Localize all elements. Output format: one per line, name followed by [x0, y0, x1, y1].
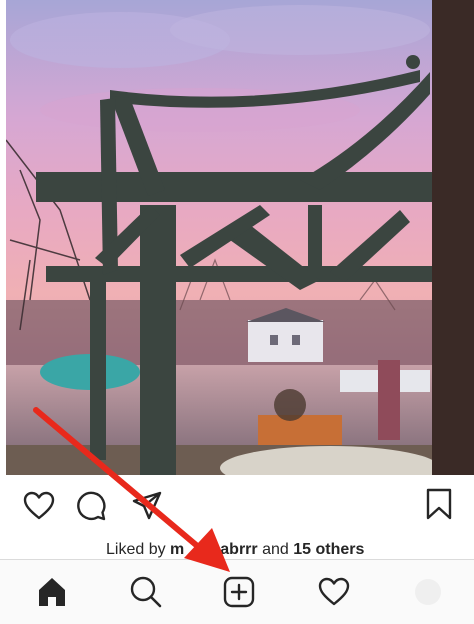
instagram-post-screen: Liked by m abrrr and 15 others — [0, 0, 474, 624]
nav-home-button[interactable] — [32, 572, 72, 612]
nav-activity-button[interactable] — [314, 572, 354, 612]
search-icon — [130, 576, 162, 608]
nav-new-post-button[interactable] — [219, 572, 259, 612]
home-icon — [39, 578, 65, 606]
nav-profile-button[interactable] — [408, 572, 448, 612]
bookmark-icon — [426, 488, 452, 520]
avatar — [415, 579, 441, 605]
liked-by-and: and — [257, 541, 294, 558]
plus-square-icon — [223, 576, 255, 608]
liked-by-text[interactable]: Liked by m abrrr and 15 others — [106, 541, 364, 559]
nav-search-button[interactable] — [126, 572, 166, 612]
comment-bubble-icon — [77, 491, 106, 521]
post-photo[interactable] — [0, 0, 474, 475]
liked-by-user[interactable]: m abrrr — [170, 541, 258, 558]
comment-button[interactable] — [74, 489, 108, 523]
bottom-navigation — [0, 559, 474, 624]
post-image — [0, 0, 474, 475]
save-button[interactable] — [422, 487, 456, 521]
like-button[interactable] — [22, 489, 56, 523]
post-action-bar — [0, 475, 474, 537]
liked-by-others[interactable]: 15 others — [293, 541, 364, 558]
liked-by-prefix: Liked by — [106, 541, 171, 558]
heart-outline-icon — [23, 491, 55, 520]
paper-plane-icon — [132, 491, 162, 520]
likes-summary: Liked by m abrrr and 15 others — [0, 537, 474, 559]
share-button[interactable] — [130, 489, 164, 523]
heart-outline-icon — [318, 577, 350, 606]
